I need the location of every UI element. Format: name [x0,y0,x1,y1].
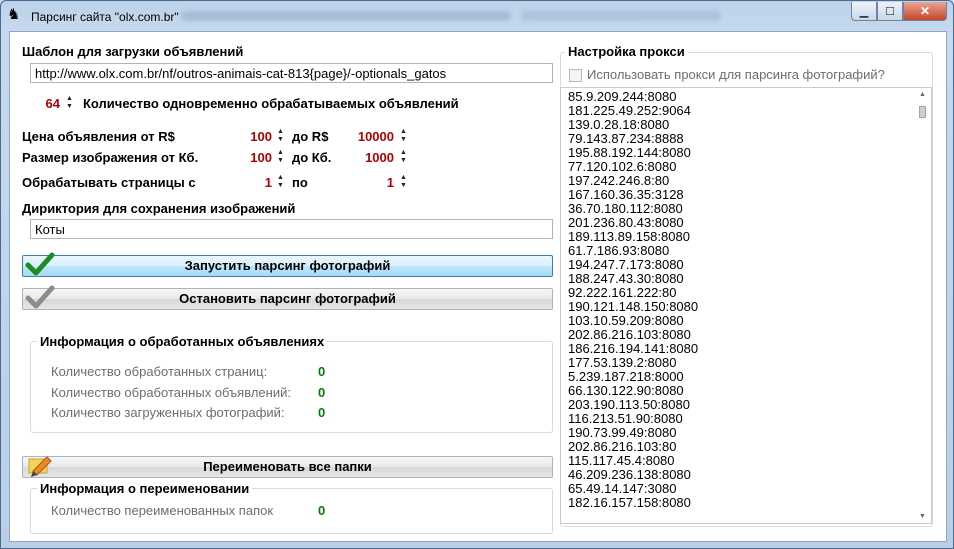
proxy-entry: 190.73.99.49:8080 [568,425,677,440]
scrollbar-thumb[interactable] [919,106,926,118]
use-proxy-label[interactable]: Использовать прокси для парсинга фотогра… [587,67,885,82]
proxy-entry: 103.10.59.209:8080 [568,313,684,328]
template-label: Шаблон для загрузки объявлений [22,44,244,59]
app-logo-icon: ♞ [7,6,21,23]
processed-pages-value: 0 [318,364,326,379]
pages-to-label: по [292,175,308,190]
stop-parsing-button[interactable]: Остановить парсинг фотографий [22,285,553,310]
concurrent-value[interactable]: 64 [30,96,60,111]
processed-ads-value: 0 [318,385,326,400]
proxy-entry: 182.16.157.158:8080 [568,495,691,510]
proxy-entry: 77.120.102.6:8080 [568,159,677,174]
proxy-entry: 66.130.122.90:8080 [568,383,684,398]
size-to-spinner-icon[interactable]: ▲ ▼ [399,149,408,167]
price-from-spinner-icon[interactable]: ▲ ▼ [276,128,285,146]
proxy-entry: 197.242.246.8:80 [568,173,670,188]
stop-parsing-label: Остановить парсинг фотографий [179,291,396,306]
proxy-list-scrollbar[interactable]: ▲ ▼ [914,88,931,523]
start-parsing-label: Запустить парсинг фотографий [184,258,391,273]
size-to-label: до Кб. [292,150,332,165]
concurrent-label: Количество одновременно обрабатываемых о… [83,96,459,111]
proxy-list-textarea[interactable]: 85.9.209.244:8080 181.225.49.252:9064 139.… [560,87,932,524]
proxy-entry: 36.70.180.112:8080 [568,201,683,216]
start-parsing-button[interactable]: Запустить парсинг фотографий [22,252,553,277]
price-label: Цена объявления от R$ [22,129,175,144]
proxy-entry: 79.143.87.234:8888 [568,131,684,146]
proxy-entry: 139.0.28.18:8080 [568,117,670,132]
proxy-entry: 194.247.7.173:8080 [568,257,684,272]
blurred-title-area [181,11,511,21]
proxy-entry: 202.86.216.103:80 [568,439,677,454]
use-proxy-checkbox[interactable] [569,69,582,82]
window-controls: ▁ ☐ ✕ [851,2,947,21]
proxy-settings-title: Настройка прокси [565,44,688,59]
close-icon: ✕ [919,4,931,18]
size-label: Размер изображения от Кб. [22,150,199,165]
downloaded-photos-label: Количество загруженных фотографий: [51,405,285,420]
directory-input[interactable]: Коты [30,219,553,239]
proxy-entry: 190.121.148.150:8080 [568,299,699,314]
close-button[interactable]: ✕ [903,2,947,21]
processed-ads-label: Количество обработанных объявлений: [51,385,291,400]
maximize-button[interactable]: ☐ [877,2,903,21]
processed-info-title: Информация о обработанных объявлениях [37,334,328,349]
renamed-folders-value: 0 [318,503,326,518]
downloaded-photos-value: 0 [318,405,326,420]
pages-to-value[interactable]: 1 [362,175,394,190]
pages-to-spinner-icon[interactable]: ▲ ▼ [399,174,408,192]
minimize-button[interactable]: ▁ [851,2,877,21]
proxy-entry: 85.9.209.244:8080 [568,89,677,104]
proxy-entry: 202.86.216.103:8080 [568,327,691,342]
proxy-entry: 203.190.113.50:8080 [568,397,690,412]
size-from-spinner-icon[interactable]: ▲ ▼ [276,149,285,167]
client-area: Шаблон для загрузки объявлений http://ww… [9,31,947,542]
proxy-entry: 201.236.80.43:8080 [568,215,684,230]
scroll-down-icon[interactable]: ▼ [918,513,927,520]
proxy-entry: 195.88.192.144:8080 [568,145,691,160]
pages-from-spinner-icon[interactable]: ▲ ▼ [276,174,285,192]
price-to-label: до R$ [292,129,329,144]
proxy-entry: 92.222.161.222:80 [568,285,677,300]
price-to-value[interactable]: 10000 [340,129,394,144]
size-to-value[interactable]: 1000 [340,150,394,165]
proxy-entry: 181.225.49.252:9064 [568,103,691,118]
proxy-entry: 186.216.194.141:8080 [568,341,699,356]
size-from-value[interactable]: 100 [230,150,272,165]
pages-label: Обрабатывать страницы с [22,175,196,190]
checkmark-gray-icon [25,285,55,309]
price-to-spinner-icon[interactable]: ▲ ▼ [399,128,408,146]
proxy-entry: 65.49.14.147:3080 [568,481,677,496]
maximize-icon: ☐ [885,5,895,18]
minimize-icon: ▁ [859,5,869,18]
rename-info-title: Информация о переименовании [37,481,253,496]
rename-pencil-icon [28,456,52,477]
proxy-list: 85.9.209.244:8080 181.225.49.252:9064 139.… [561,88,931,510]
proxy-entry: 61.7.186.93:8080 [568,243,670,258]
proxy-entry: 177.53.139.2:8080 [568,355,677,370]
proxy-entry: 188.247.43.30:8080 [568,271,684,286]
proxy-entry: 116.213.51.90:8080 [568,411,683,426]
checkmark-green-icon [25,252,55,276]
pages-from-value[interactable]: 1 [242,175,272,190]
proxy-entry: 189.113.89.158:8080 [568,229,690,244]
renamed-folders-label: Количество переименованных папок [51,503,274,518]
proxy-entry: 167.160.36.35:3128 [568,187,684,202]
template-url-input[interactable]: http://www.olx.com.br/nf/outros-animais-… [30,63,553,83]
rename-folders-label: Переименовать все папки [203,459,372,474]
proxy-entry: 46.209.236.138:8080 [568,467,691,482]
concurrent-spinner-icon[interactable]: ▲ ▼ [65,95,74,113]
window-title: Парсинг сайта "olx.com.br" [31,10,179,24]
rename-folders-button[interactable]: Переименовать все папки [22,456,553,478]
app-window: ♞ Парсинг сайта "olx.com.br" ▁ ☐ ✕ Шабло… [0,0,954,549]
scroll-up-icon[interactable]: ▲ [918,91,927,98]
price-from-value[interactable]: 100 [230,129,272,144]
directory-label: Дириктория для сохранения изображений [22,201,296,216]
title-bar[interactable]: ♞ Парсинг сайта "olx.com.br" ▁ ☐ ✕ [1,1,953,31]
blurred-title-area-2 [521,11,721,21]
proxy-entry: 115.117.45.4:8080 [568,453,675,468]
processed-pages-label: Количество обработанных страниц: [51,364,268,379]
proxy-entry: 5.239.187.218:8000 [568,369,684,384]
